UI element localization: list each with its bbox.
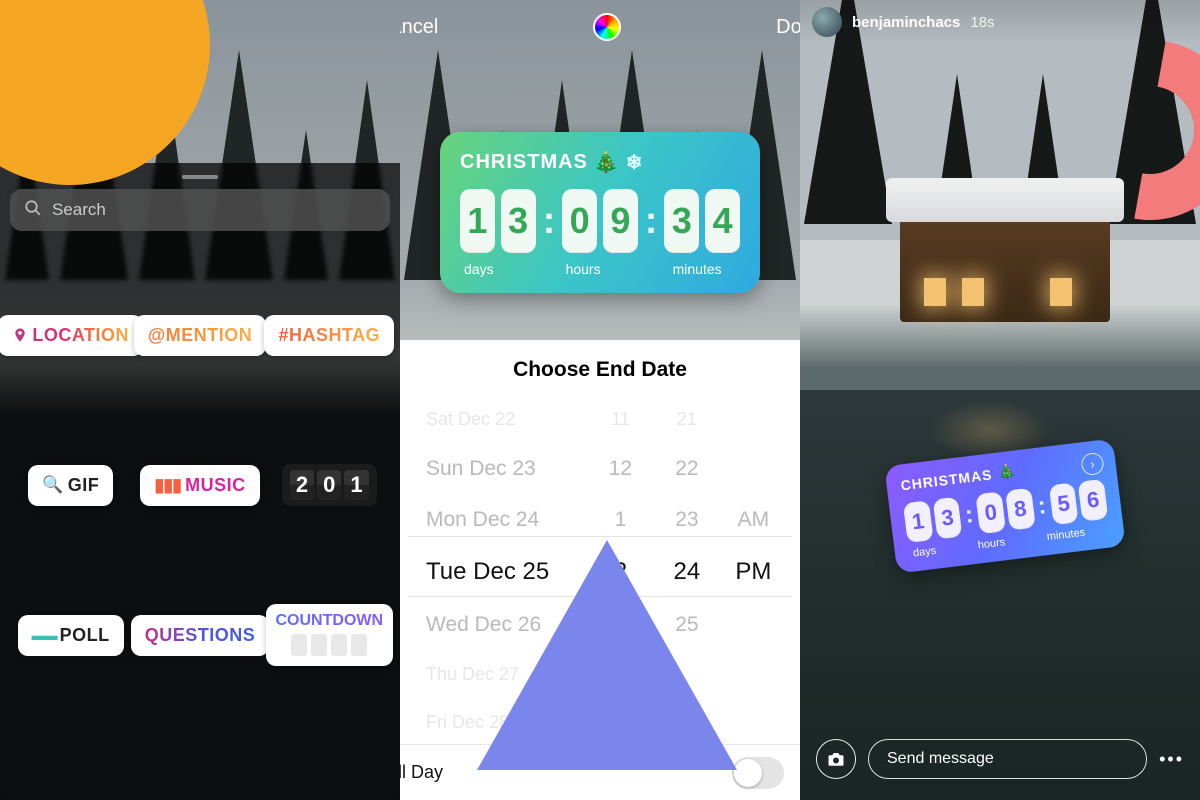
sticker-countdown[interactable]: COUNTDOWN	[266, 604, 394, 666]
message-input[interactable]: Send message	[868, 739, 1147, 779]
panel-sticker-tray: Search LOCATION @MENTION #HASHTAG 🔍 GIF …	[0, 0, 400, 800]
date-wheel[interactable]: Sat Dec 221121Sun Dec 231222Mon Dec 2412…	[400, 392, 800, 744]
countdown-labels: days hours minutes	[460, 261, 740, 277]
sheet-title: Choose End Date	[400, 340, 800, 392]
username[interactable]: benjaminchacs	[852, 14, 960, 31]
search-icon	[24, 199, 42, 222]
story-footer: Send message •••	[800, 736, 1200, 782]
all-day-row: All Day	[400, 744, 800, 800]
chevron-right-icon[interactable]: ›	[1080, 452, 1105, 477]
sticker-location[interactable]: LOCATION	[0, 315, 143, 356]
sticker-questions[interactable]: QUESTIONS	[131, 615, 270, 656]
all-day-label: All Day	[400, 762, 443, 783]
timestamp: 18s	[970, 14, 994, 31]
three-panel-comp: Search LOCATION @MENTION #HASHTAG 🔍 GIF …	[0, 0, 1200, 800]
story-header: benjaminchacs 18s	[800, 0, 1200, 44]
sticker-gif[interactable]: 🔍 GIF	[28, 465, 113, 506]
search-placeholder: Search	[52, 200, 106, 220]
countdown-card[interactable]: CHRISTMAS 1 3 : 0 9 : 3 4 days hours min…	[440, 132, 760, 293]
sticker-flipclock[interactable]: 2 0 1	[282, 464, 377, 506]
done-button[interactable]: Done	[776, 16, 800, 39]
panel-story-viewer: benjaminchacs 18s › CHRISTMAS 1 3 : 0 8 …	[800, 0, 1200, 800]
sticker-mention[interactable]: @MENTION	[134, 315, 267, 356]
search-icon: 🔍	[42, 475, 64, 495]
countdown-title[interactable]: CHRISTMAS	[460, 150, 740, 175]
color-wheel-button[interactable]	[593, 13, 621, 41]
pin-icon	[12, 326, 28, 344]
bars-icon: ▬▬	[32, 627, 56, 643]
panel-countdown-editor: Cancel Done CHRISTMAS 1 3 : 0 9 : 3 4 da…	[400, 0, 800, 800]
date-picker-sheet: Choose End Date Sat Dec 221121Sun Dec 23…	[400, 340, 800, 800]
countdown-mini-preview	[291, 634, 367, 656]
editor-topbar: Cancel Done	[400, 0, 800, 54]
camera-button[interactable]	[816, 739, 856, 779]
xmas-tree-icon	[997, 462, 1017, 481]
equalizer-icon: ▮▮▮	[154, 475, 181, 496]
sticker-hashtag[interactable]: #HASHTAG	[264, 315, 394, 356]
snowflake-icon	[626, 150, 644, 175]
sticker-grid: LOCATION @MENTION #HASHTAG 🔍 GIF ▮▮▮ MUS…	[0, 260, 400, 800]
more-button[interactable]: •••	[1159, 749, 1184, 770]
xmas-tree-icon	[594, 150, 620, 175]
sticker-poll[interactable]: ▬▬ POLL	[18, 615, 124, 656]
camera-icon	[826, 750, 846, 768]
message-placeholder: Send message	[887, 750, 994, 768]
sheet-handle[interactable]	[182, 175, 218, 179]
sticker-music[interactable]: ▮▮▮ MUSIC	[140, 465, 259, 506]
all-day-toggle[interactable]	[732, 757, 784, 789]
cancel-button[interactable]: Cancel	[400, 16, 438, 39]
cabin-illustration	[900, 212, 1110, 322]
search-input[interactable]: Search	[10, 189, 390, 231]
avatar[interactable]	[812, 7, 842, 37]
countdown-digits: 1 3 : 0 9 : 3 4	[460, 189, 740, 253]
